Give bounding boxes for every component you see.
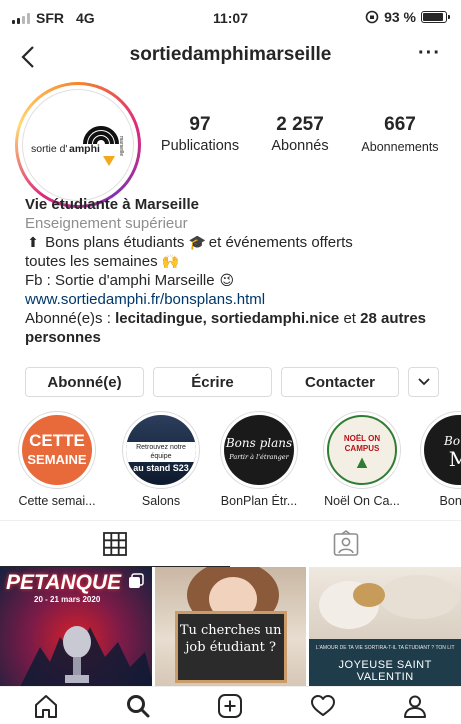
stat-label: Abonnements: [361, 140, 439, 154]
stat-value: 97: [189, 114, 211, 135]
tab-posts-grid[interactable]: [0, 521, 230, 567]
avatar: sortie d' amphi marseille: [22, 89, 134, 201]
highlight-caption: Bons p: [439, 494, 461, 508]
highlight-item[interactable]: CETTE SEMAINE Cette semai...: [12, 411, 102, 508]
profile-avatar-ring[interactable]: sortie d' amphi marseille: [15, 82, 141, 208]
tab-new-post[interactable]: [212, 688, 248, 724]
search-icon: [127, 694, 150, 717]
profile-category: Enseignement supérieur: [25, 215, 188, 232]
post-title: PETANQUE: [6, 571, 122, 594]
post-thumbnail[interactable]: PETANQUE 20 - 21 mars 2020: [0, 567, 152, 687]
highlight-caption: BonPlan Étr...: [220, 494, 298, 508]
status-bar: SFR 4G 11:07 93 %: [0, 0, 461, 34]
add-post-icon: [218, 693, 243, 718]
heart-icon: [310, 694, 335, 716]
post-subtitle: 20 - 21 mars 2020: [34, 595, 101, 604]
bio-line-2: toutes les semaines 🙌: [25, 253, 180, 270]
ellipsis-icon[interactable]: ···: [418, 42, 441, 65]
highlight-item[interactable]: Bons plans Partir à l'étranger BonPlan É…: [214, 411, 304, 508]
followed-by[interactable]: Abonné(e)s : lecitadingue, sortiedamphi.…: [25, 309, 445, 347]
profile-actions: Abonné(e) Écrire Contacter: [25, 367, 445, 397]
stat-publications[interactable]: 97 Publications: [150, 114, 250, 154]
logo-text-sortie: sortie d': [31, 143, 67, 155]
stat-value: 667: [384, 114, 416, 135]
tagged-person-icon: [333, 530, 359, 556]
profile-tabs: [0, 520, 461, 567]
tab-search[interactable]: [120, 688, 156, 724]
story-highlights: CETTE SEMAINE Cette semai... Retrouvez n…: [0, 411, 461, 511]
christmas-tree-icon: ▲: [353, 451, 371, 472]
following-button[interactable]: Abonné(e): [25, 367, 144, 397]
highlight-caption: Cette semai...: [18, 494, 96, 508]
post-thumbnail[interactable]: L'AMOUR DE TA VIE SORTIRA-T-IL TA ÉTUDIA…: [309, 567, 461, 687]
profile-username: sortiedamphimarseille: [129, 44, 332, 65]
stat-label: Abonnés: [271, 138, 329, 154]
stat-followers[interactable]: 2 257 Abonnés: [250, 114, 350, 154]
bottom-tab-bar: [0, 686, 461, 724]
logo-text-amphi: amphi: [69, 143, 100, 155]
tab-tagged[interactable]: [231, 521, 461, 567]
profile-display-name: Vie étudiante à Marseille: [25, 196, 199, 213]
tab-profile[interactable]: [397, 688, 433, 724]
sleeping-person-illustration: [319, 575, 460, 629]
trophy-illustration: [20, 626, 152, 687]
logo-text-marseille: marseille: [118, 136, 124, 156]
tab-home[interactable]: [28, 688, 64, 724]
profile-icon: [403, 695, 426, 718]
highlight-caption: Salons: [141, 494, 181, 508]
highlight-item[interactable]: Bons M Bons p: [414, 411, 461, 508]
stat-following[interactable]: 667 Abonnements: [350, 114, 450, 154]
post-title: JOYEUSE SAINT VALENTIN: [338, 659, 432, 683]
sortie-damphi-logo: sortie d' amphi marseille: [31, 126, 124, 166]
highlight-caption: Noël On Ca...: [324, 494, 400, 508]
profile-bio: Vie étudiante à Marseille Enseignement s…: [25, 195, 445, 347]
suggested-accounts-button[interactable]: [408, 367, 439, 397]
screen-lock-icon: [365, 10, 379, 24]
highlight-item[interactable]: Retrouvez notre équipe au stand S23 Salo…: [116, 411, 206, 508]
top-arrow-icon: ⬆: [27, 234, 39, 250]
winking-face-icon: 😉: [219, 272, 235, 288]
post-thumbnail[interactable]: Tu cherches un job étudiant ?: [154, 567, 307, 687]
graduation-cap-icon: 🎓: [188, 234, 207, 250]
top-navigation: sortiedamphimarseille ···: [0, 38, 461, 74]
raised-hands-icon: 🙌: [161, 253, 180, 269]
bio-website-link[interactable]: www.sortiedamphi.fr/bonsplans.html: [25, 290, 445, 309]
message-button[interactable]: Écrire: [153, 367, 272, 397]
carousel-icon: [128, 573, 144, 588]
battery-percent: 93 %: [384, 9, 416, 25]
bio-line-3: Fb : Sortie d'amphi Marseille 😉: [25, 272, 235, 289]
stat-value: 2 257: [276, 114, 324, 135]
tab-activity[interactable]: [305, 688, 341, 724]
stat-label: Publications: [160, 138, 240, 154]
highlight-item[interactable]: NOËL ON CAMPUS ▲ Noël On Ca...: [317, 411, 407, 508]
home-icon: [35, 694, 58, 718]
bio-line-1: ⬆ Bons plans étudiants 🎓 et événements o…: [25, 233, 445, 252]
chevron-down-icon: [417, 378, 430, 386]
battery-icon: [421, 11, 450, 23]
contact-button[interactable]: Contacter: [281, 367, 399, 397]
profile-stats: 97 Publications 2 257 Abonnés 667 Abonne…: [150, 114, 450, 154]
post-subtitle: L'AMOUR DE TA VIE SORTIRA-T-IL TA ÉTUDIA…: [315, 645, 455, 651]
posts-grid: PETANQUE 20 - 21 mars 2020 Tu cherches u…: [0, 567, 461, 687]
post-title: Tu cherches un job étudiant ?: [174, 611, 287, 683]
grid-icon: [103, 531, 127, 556]
